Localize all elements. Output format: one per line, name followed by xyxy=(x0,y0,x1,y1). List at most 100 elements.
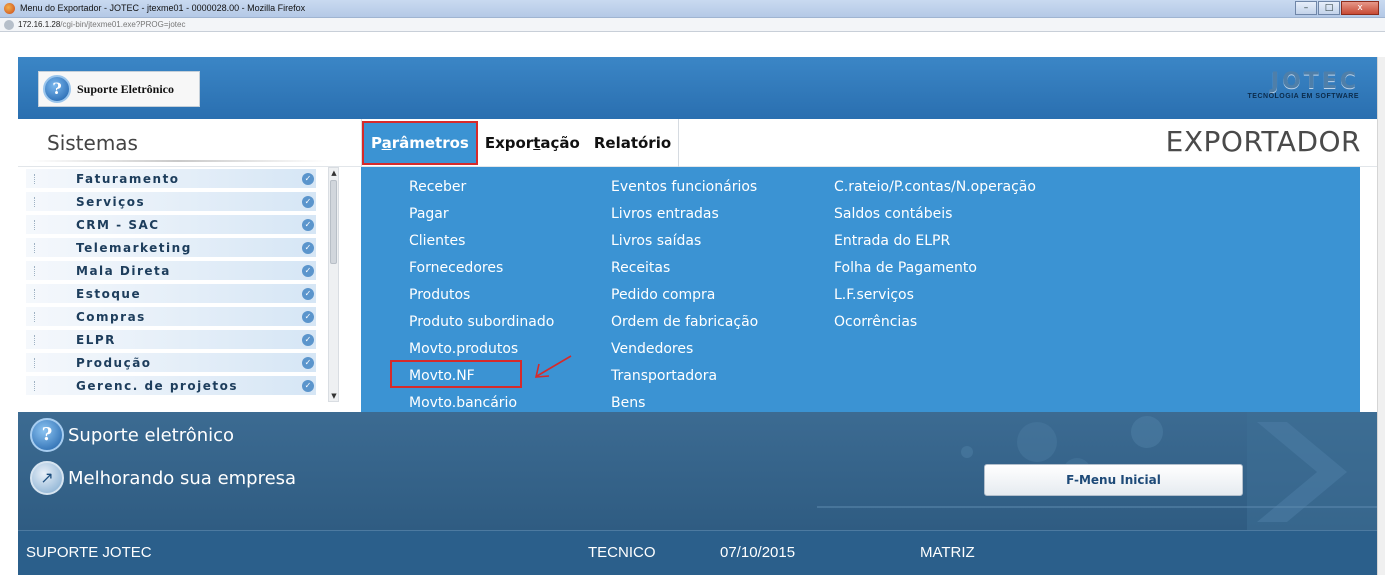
grip-icon xyxy=(34,358,36,368)
sidebar-item-compras[interactable]: Compras ✓ xyxy=(26,307,316,327)
footer-improving-label: Melhorando sua empresa xyxy=(68,467,297,489)
check-icon: ✓ xyxy=(302,265,314,277)
help-icon: ? xyxy=(30,418,64,452)
logo-tagline: TECNOLOGIA EM SOFTWARE xyxy=(1247,93,1359,100)
tab-relatorio[interactable]: Relatório xyxy=(587,119,678,167)
sidebar-item-telemarketing[interactable]: Telemarketing ✓ xyxy=(26,238,316,258)
menu-item-crateio-pcontas[interactable]: C.rateio/P.contas/N.operação xyxy=(834,177,1036,204)
content-area: Faturamento ✓ Serviços ✓ CRM - SAC ✓ Telema… xyxy=(18,167,1377,412)
footer-panel: ? Suporte eletrônico ↗ Melhorando sua em… xyxy=(18,412,1377,530)
check-icon: ✓ xyxy=(302,196,314,208)
logo-text: JOTEC xyxy=(1270,69,1359,94)
check-icon: ✓ xyxy=(302,380,314,392)
menu-item-produto-subordinado[interactable]: Produto subordinado xyxy=(409,312,554,339)
grip-icon xyxy=(34,266,36,276)
sidebar-item-gerenc-projetos[interactable]: Gerenc. de projetos ✓ xyxy=(26,376,316,396)
menu-item-vendedores[interactable]: Vendedores xyxy=(611,339,758,366)
tab-parametros[interactable]: Parâmetros xyxy=(362,121,478,165)
check-icon: ✓ xyxy=(302,357,314,369)
menu-item-produtos[interactable]: Produtos xyxy=(409,285,554,312)
menu-item-ordem-fabricacao[interactable]: Ordem de fabricação xyxy=(611,312,758,339)
sidebar-item-servicos[interactable]: Serviços ✓ xyxy=(26,192,316,212)
growth-chart-icon: ↗ xyxy=(30,461,64,495)
grip-icon xyxy=(34,220,36,230)
status-branch: MATRIZ xyxy=(920,544,975,561)
check-icon: ✓ xyxy=(302,242,314,254)
jotec-logo: JOTEC TECNOLOGIA EM SOFTWARE xyxy=(1219,71,1359,105)
grip-icon xyxy=(34,335,36,345)
sidebar-item-crm-sac[interactable]: CRM - SAC ✓ xyxy=(26,215,316,235)
app-window: ? Suporte Eletrônico JOTEC TECNOLOGIA EM… xyxy=(18,57,1377,575)
menu-row: Sistemas Parâmetros Exportação Relatório… xyxy=(18,119,1377,167)
status-user: TECNICO xyxy=(588,544,656,561)
systems-sidebar: Faturamento ✓ Serviços ✓ CRM - SAC ✓ Telema… xyxy=(18,167,343,412)
support-label: Suporte Eletrônico xyxy=(77,81,174,96)
scroll-thumb[interactable] xyxy=(330,180,337,264)
menu-item-livros-saidas[interactable]: Livros saídas xyxy=(611,231,758,258)
menu-item-livros-entradas[interactable]: Livros entradas xyxy=(611,204,758,231)
window-controls: – □ x xyxy=(1294,1,1379,15)
sidebar-item-elpr[interactable]: ELPR ✓ xyxy=(26,330,316,350)
check-icon: ✓ xyxy=(302,288,314,300)
parametros-menu-panel: Receber Pagar Clientes Fornecedores Prod… xyxy=(361,167,1360,412)
menu-item-lf-servicos[interactable]: L.F.serviços xyxy=(834,285,1036,312)
highlight-box xyxy=(390,360,522,388)
support-button[interactable]: ? Suporte Eletrônico xyxy=(38,71,200,107)
menu-item-pagar[interactable]: Pagar xyxy=(409,204,554,231)
menu-column-3: C.rateio/P.contas/N.operação Saldos cont… xyxy=(834,177,1036,339)
browser-titlebar: Menu do Exportador - JOTEC - jtexme01 - … xyxy=(0,0,1385,18)
footer-support[interactable]: ? Suporte eletrônico xyxy=(30,418,234,452)
menu-item-receber[interactable]: Receber xyxy=(409,177,554,204)
menu-item-saldos-contabeis[interactable]: Saldos contábeis xyxy=(834,204,1036,231)
footer-improving[interactable]: ↗ Melhorando sua empresa xyxy=(30,461,296,495)
minimize-button[interactable]: – xyxy=(1295,1,1317,15)
firefox-icon xyxy=(4,3,15,14)
pointer-arrow-icon xyxy=(534,355,572,378)
sistemas-heading: Sistemas xyxy=(47,131,138,155)
tab-bar: Parâmetros Exportação Relatório xyxy=(361,119,680,167)
menu-item-transportadora[interactable]: Transportadora xyxy=(611,366,758,393)
help-icon: ? xyxy=(43,75,71,103)
menu-item-entrada-elpr[interactable]: Entrada do ELPR xyxy=(834,231,1036,258)
divider xyxy=(28,160,328,162)
check-icon: ✓ xyxy=(302,334,314,346)
menu-item-folha-pagamento[interactable]: Folha de Pagamento xyxy=(834,258,1036,285)
grip-icon xyxy=(34,289,36,299)
menu-item-fornecedores[interactable]: Fornecedores xyxy=(409,258,554,285)
status-bar: SUPORTE JOTEC TECNICO 07/10/2015 MATRIZ xyxy=(18,530,1377,575)
scroll-down-icon[interactable]: ▼ xyxy=(330,392,338,400)
menu-item-ocorrencias[interactable]: Ocorrências xyxy=(834,312,1036,339)
grip-icon xyxy=(34,312,36,322)
sidebar-item-producao[interactable]: Produção ✓ xyxy=(26,353,316,373)
scroll-up-icon[interactable]: ▲ xyxy=(330,169,338,177)
sidebar-item-mala-direta[interactable]: Mala Direta ✓ xyxy=(26,261,316,281)
f-menu-inicial-button[interactable]: F-Menu Inicial xyxy=(984,464,1243,496)
page-scrollbar[interactable] xyxy=(1377,57,1385,575)
grip-icon xyxy=(34,174,36,184)
header-banner: ? Suporte Eletrônico JOTEC TECNOLOGIA EM… xyxy=(18,57,1377,119)
sidebar-item-estoque[interactable]: Estoque ✓ xyxy=(26,284,316,304)
sidebar-item-faturamento[interactable]: Faturamento ✓ xyxy=(26,169,316,189)
check-icon: ✓ xyxy=(302,219,314,231)
url-text[interactable]: 172.16.1.28/cgi-bin/jtexme01.exe?PROG=jo… xyxy=(18,20,185,29)
menu-item-receitas[interactable]: Receitas xyxy=(611,258,758,285)
site-identity-icon[interactable] xyxy=(4,20,14,30)
module-title: EXPORTADOR xyxy=(1165,125,1361,158)
tab-exportacao[interactable]: Exportação xyxy=(478,119,587,167)
menu-item-pedido-compra[interactable]: Pedido compra xyxy=(611,285,758,312)
close-button[interactable]: x xyxy=(1341,1,1379,15)
status-date: 07/10/2015 xyxy=(720,544,796,561)
grip-icon xyxy=(34,197,36,207)
maximize-button[interactable]: □ xyxy=(1318,1,1340,15)
menu-column-2: Eventos funcionários Livros entradas Liv… xyxy=(611,177,758,420)
check-icon: ✓ xyxy=(302,173,314,185)
window-title: Menu do Exportador - JOTEC - jtexme01 - … xyxy=(20,3,306,13)
status-company: SUPORTE JOTEC xyxy=(26,544,152,561)
footer-support-label: Suporte eletrônico xyxy=(68,424,235,446)
check-icon: ✓ xyxy=(302,311,314,323)
menu-item-clientes[interactable]: Clientes xyxy=(409,231,554,258)
grip-icon xyxy=(34,243,36,253)
menu-item-eventos-funcionarios[interactable]: Eventos funcionários xyxy=(611,177,758,204)
sidebar-scrollbar[interactable]: ▲ ▼ xyxy=(328,167,339,402)
address-bar[interactable]: 172.16.1.28/cgi-bin/jtexme01.exe?PROG=jo… xyxy=(0,18,1385,32)
